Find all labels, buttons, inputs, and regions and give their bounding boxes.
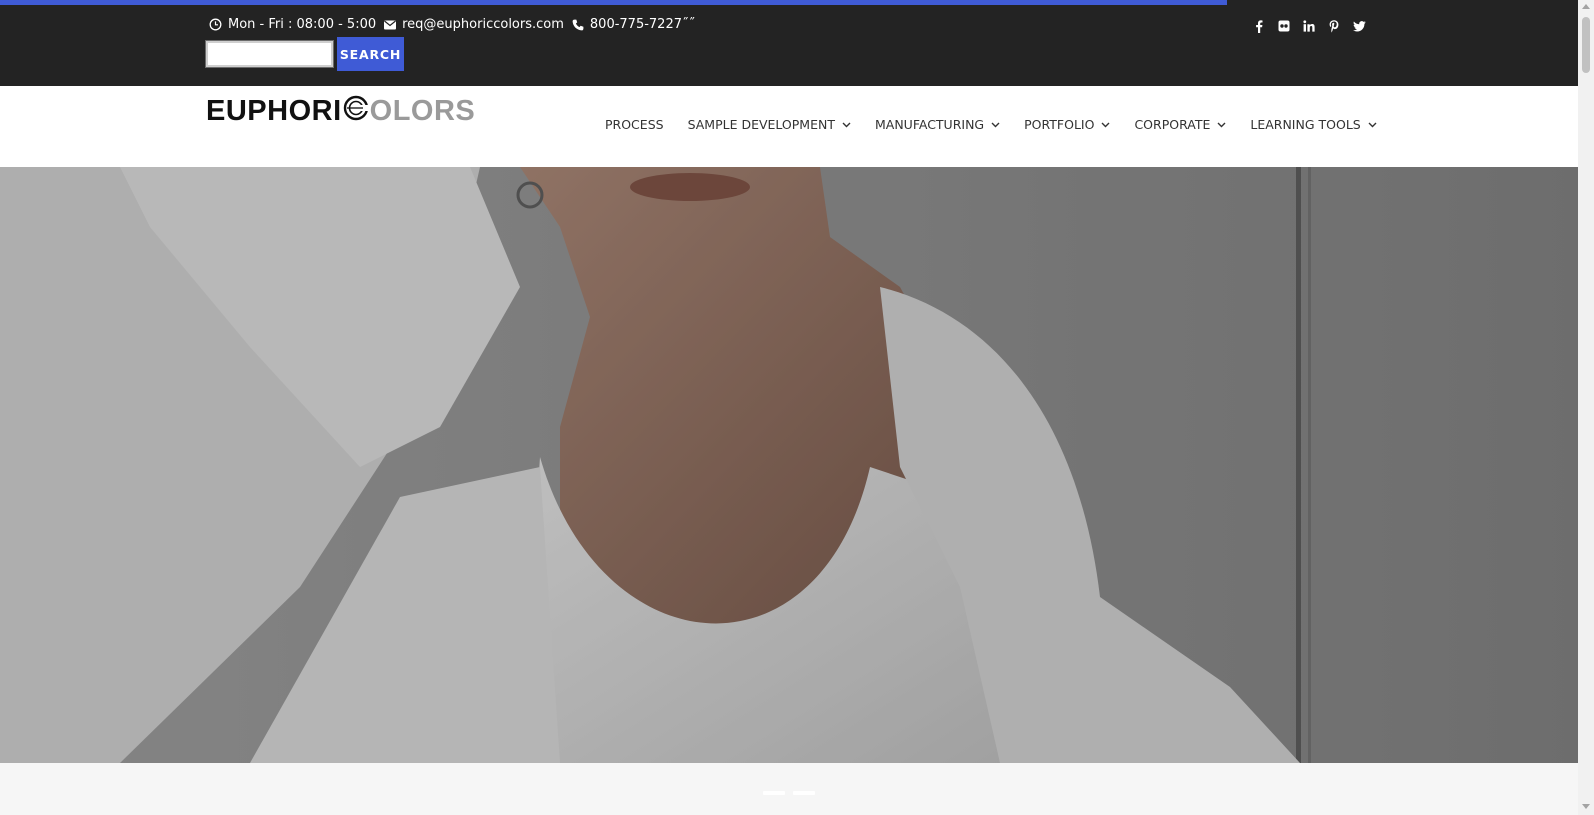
chevron-down-icon	[1217, 122, 1226, 128]
chevron-down-icon	[842, 122, 851, 128]
main-navigation: PROCESS SAMPLE DEVELOPMENT MANUFACTURING…	[605, 117, 1377, 132]
nav-item-manufacturing[interactable]: MANUFACTURING	[875, 117, 1000, 132]
search-input[interactable]	[205, 40, 334, 68]
logo-text-primary: EUPHORI	[206, 94, 342, 127]
hero-overlay	[0, 167, 1578, 763]
search-button[interactable]: SEARCH	[337, 37, 404, 71]
chevron-down-icon	[991, 122, 1000, 128]
chevron-down-icon	[1101, 122, 1110, 128]
slider-dots	[763, 791, 823, 795]
site-header: EUPHORI OLORS PROCESS SAMPLE DEVELOPMENT…	[0, 86, 1578, 167]
hero-bottom-band	[0, 763, 1578, 815]
nav-item-label: PROCESS	[605, 117, 664, 132]
social-links	[1252, 18, 1377, 34]
nav-item-label: MANUFACTURING	[874, 117, 985, 132]
chevron-down-icon	[1368, 122, 1377, 128]
contact-info: Mon - Fri : 08:00 - 5:00 req@euphoriccol…	[209, 17, 703, 32]
logo-text-secondary: OLORS	[369, 94, 476, 127]
page-load-progress-bar	[0, 0, 1594, 5]
hero-slider	[0, 167, 1578, 763]
nav-item-label: CORPORATE	[1134, 117, 1211, 132]
nav-item-sample-development[interactable]: SAMPLE DEVELOPMENT	[688, 117, 851, 132]
top-bar: Mon - Fri : 08:00 - 5:00 req@euphoriccol…	[0, 0, 1578, 86]
nav-item-learning-tools[interactable]: LEARNING TOOLS	[1250, 117, 1377, 132]
scroll-down-arrow-icon[interactable]	[1582, 804, 1590, 809]
pinterest-icon[interactable]	[1327, 18, 1341, 34]
contact-email-link[interactable]: req@euphoriccolors.com	[402, 17, 564, 32]
nav-item-label: LEARNING TOOLS	[1250, 117, 1361, 132]
slider-dot[interactable]	[793, 791, 815, 795]
flickr-icon[interactable]	[1277, 18, 1291, 34]
nav-item-label: SAMPLE DEVELOPMENT	[687, 117, 835, 132]
facebook-icon[interactable]	[1252, 18, 1266, 34]
site-logo[interactable]: EUPHORI OLORS	[206, 95, 475, 127]
slider-dot[interactable]	[763, 791, 785, 795]
contact-phone-link[interactable]: 800-775-7227˝˝	[590, 17, 695, 32]
phone-icon	[572, 19, 584, 31]
envelope-icon	[384, 20, 397, 30]
progress-fill	[0, 0, 1228, 5]
nav-item-label: PORTFOLIO	[1024, 117, 1095, 132]
business-hours: Mon - Fri : 08:00 - 5:00	[228, 17, 377, 32]
logo-c-mark-icon	[343, 95, 369, 127]
scrollbar-thumb[interactable]	[1582, 17, 1590, 73]
nav-item-process[interactable]: PROCESS	[605, 117, 664, 132]
clock-icon	[209, 18, 222, 31]
page-scrollbar[interactable]	[1578, 0, 1594, 815]
linkedin-icon[interactable]	[1302, 18, 1316, 34]
nav-item-corporate[interactable]: CORPORATE	[1134, 117, 1226, 132]
twitter-icon[interactable]	[1352, 18, 1366, 34]
nav-item-portfolio[interactable]: PORTFOLIO	[1024, 117, 1110, 132]
